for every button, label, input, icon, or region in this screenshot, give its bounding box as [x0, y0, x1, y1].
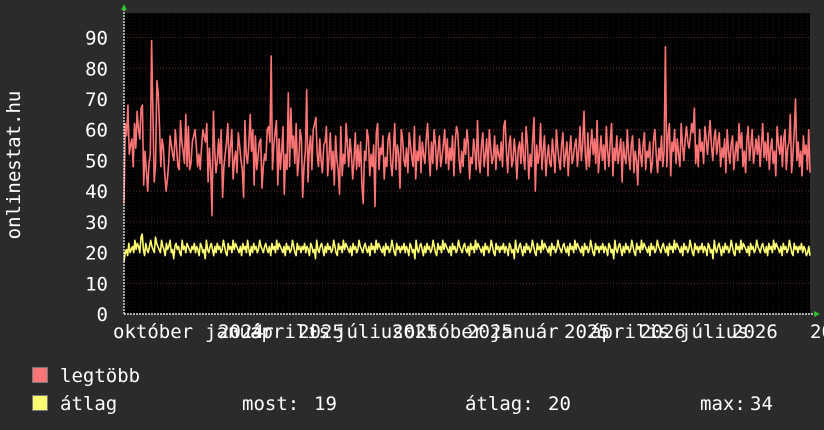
y-axis-label: onlinestat.hu — [3, 91, 25, 240]
stat-now-value: 19 — [314, 393, 337, 415]
x-tick-label: január — [490, 321, 559, 343]
stat-avg-label: átlag: — [465, 393, 534, 415]
y-tick-label: 70 — [85, 89, 108, 111]
stat-max-label: max: — [700, 393, 746, 415]
y-tick-label: 30 — [85, 212, 108, 234]
x-tick-label: 2026 — [732, 321, 778, 343]
x-tick-label: 2026 — [810, 321, 824, 343]
stat-max-value: 34 — [750, 393, 773, 415]
legend-swatch-max — [32, 367, 48, 383]
y-tick-label: 10 — [85, 273, 108, 295]
legend-label-avg: átlag — [60, 393, 118, 415]
y-tick-label: 90 — [85, 28, 108, 50]
x-tick-label: október — [113, 321, 193, 343]
stat-avg-value: 20 — [548, 393, 571, 415]
y-tick-label: 60 — [85, 120, 108, 142]
y-tick-label: 40 — [85, 181, 108, 203]
plot-area — [124, 13, 810, 314]
legend-label-max: legtöbb — [60, 365, 141, 387]
y-tick-label: 20 — [85, 243, 108, 265]
x-axis-arrow — [814, 311, 820, 317]
legend-row-avg: átlag most: 19 átlag: 20 max: 34 — [32, 390, 812, 418]
legend: legtöbb átlag most: 19 átlag: 20 max: 34 — [32, 362, 812, 418]
y-tick-label: 50 — [85, 150, 108, 172]
y-tick-label: 0 — [97, 304, 108, 326]
stat-now-label: most: — [242, 393, 300, 415]
y-axis-arrow — [121, 4, 127, 10]
x-tick-label: 2026 — [640, 321, 686, 343]
legend-row-max: legtöbb — [32, 362, 812, 390]
legend-swatch-avg — [32, 395, 48, 411]
y-tick-label: 80 — [85, 58, 108, 80]
